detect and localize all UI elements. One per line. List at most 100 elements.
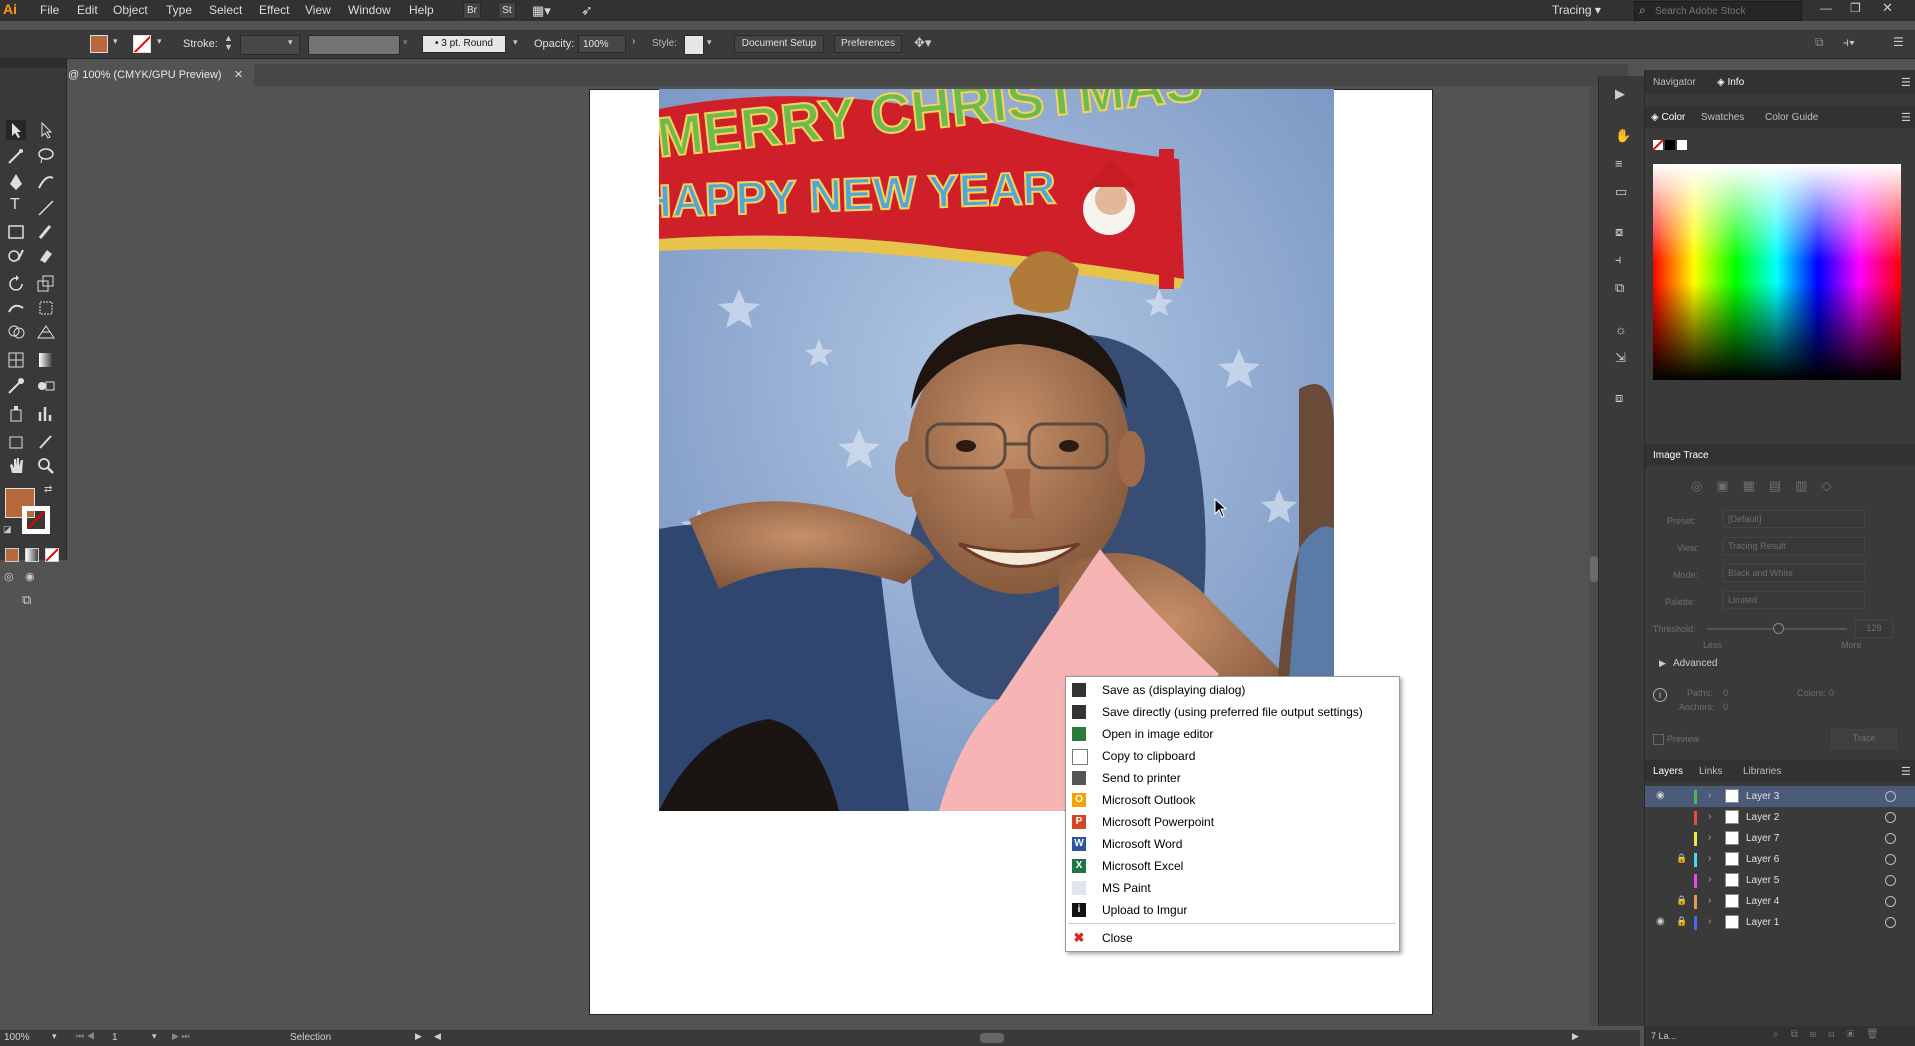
align-panel-icon[interactable]: ⫞ — [1615, 252, 1622, 268]
view-select[interactable]: Tracing Result — [1723, 537, 1865, 555]
paintbrush-tool-icon[interactable] — [36, 222, 56, 242]
transform-panel-icon[interactable]: ⧇ — [1615, 224, 1623, 240]
tab-links[interactable]: Links — [1699, 766, 1722, 777]
gpu-rocket-icon[interactable]: ➶ — [581, 2, 593, 19]
perspective-grid-tool-icon[interactable] — [36, 322, 56, 342]
advanced-label[interactable]: Advanced — [1673, 658, 1717, 669]
mesh-tool-icon[interactable] — [6, 350, 26, 370]
direct-selection-tool-icon[interactable] — [36, 120, 56, 140]
threshold-slider-handle[interactable] — [1773, 623, 1784, 634]
warp-tool-icon[interactable] — [6, 298, 26, 318]
magic-wand-tool-icon[interactable] — [6, 146, 26, 166]
default-colors-icon[interactable]: ◪ — [3, 524, 12, 535]
layer-row[interactable]: › Layer 7 — [1645, 828, 1915, 849]
stroke-stepper[interactable]: ▲ ▼ — [224, 34, 233, 52]
context-menu-item[interactable]: O Microsoft Outlook — [1066, 789, 1399, 811]
expand-arrow-icon[interactable]: › — [1708, 811, 1711, 822]
menu-edit[interactable]: Edit — [77, 3, 98, 17]
layer-row[interactable]: ◉ 🔒 › Layer 1 — [1645, 912, 1915, 933]
vertical-scroll-thumb[interactable] — [1590, 556, 1598, 582]
eyedropper-tool-icon[interactable] — [6, 376, 26, 396]
target-circle-icon[interactable] — [1885, 854, 1896, 865]
menu-view[interactable]: View — [305, 3, 331, 17]
tab-color-guide[interactable]: Color Guide — [1765, 112, 1818, 123]
stroke-panel-icon[interactable]: ≡ — [1615, 156, 1623, 171]
align-icon[interactable]: ⫞▾ — [1843, 35, 1855, 50]
layer-row[interactable]: 🔒 › Layer 4 — [1645, 891, 1915, 912]
artboard-tool-icon[interactable] — [6, 432, 26, 452]
layer-row[interactable]: ◉ › Layer 3 — [1645, 786, 1915, 807]
chevron-down-icon[interactable]: ▾ — [152, 1031, 157, 1042]
vertical-scrollbar[interactable] — [1590, 86, 1598, 1026]
draw-normal-icon[interactable]: ◎ — [4, 570, 14, 583]
select-similar-icon[interactable]: ✥▾ — [914, 35, 931, 51]
line-tool-icon[interactable] — [36, 198, 56, 218]
pen-tool-icon[interactable] — [6, 172, 26, 192]
selection-tool-icon[interactable] — [6, 120, 26, 140]
tab-info[interactable]: ◈ Info — [1717, 77, 1744, 88]
palette-select[interactable]: Limited — [1723, 591, 1865, 609]
image-trace-title[interactable]: Image Trace — [1653, 450, 1709, 461]
chevron-down-icon[interactable]: ▾ — [157, 36, 162, 47]
minimize-icon[interactable]: — — [1820, 1, 1832, 15]
chevron-down-icon[interactable]: ▾ — [288, 37, 293, 48]
expand-arrow-icon[interactable]: › — [1708, 916, 1711, 927]
type-tool-icon[interactable]: T — [10, 196, 20, 214]
bridge-button[interactable]: Br — [463, 2, 481, 19]
play-action-icon[interactable]: ▶ — [1615, 86, 1625, 102]
menu-object[interactable]: Object — [113, 3, 148, 17]
lock-icon[interactable]: 🔒 — [1676, 895, 1687, 906]
context-menu-item[interactable]: Save directly (using preferred file outp… — [1066, 701, 1399, 723]
none-mode-icon[interactable] — [45, 548, 59, 562]
tab-swatches[interactable]: Swatches — [1701, 112, 1744, 123]
eraser-tool-icon[interactable] — [36, 246, 56, 266]
color-none-chip[interactable] — [1653, 140, 1663, 150]
zoom-level[interactable]: 100% — [4, 1032, 30, 1043]
panel-menu-icon[interactable]: ☰ — [1901, 111, 1911, 124]
preset-select[interactable]: [Default] — [1723, 510, 1865, 528]
chevron-down-icon[interactable]: ▾ — [707, 37, 712, 48]
scale-tool-icon[interactable] — [36, 274, 56, 294]
panel-menu-icon[interactable]: ☰ — [1901, 765, 1911, 778]
lasso-tool-icon[interactable] — [36, 146, 56, 166]
menu-effect[interactable]: Effect — [259, 3, 289, 17]
context-menu-item[interactable]: Open in image editor — [1066, 723, 1399, 745]
expand-arrow-icon[interactable]: › — [1708, 832, 1711, 843]
target-circle-icon[interactable] — [1885, 896, 1896, 907]
shaper-tool-icon[interactable] — [6, 246, 26, 266]
restore-icon[interactable]: ❐ — [1850, 1, 1861, 15]
fill-swatch[interactable] — [90, 35, 108, 53]
opacity-input[interactable]: 100% — [578, 35, 626, 53]
layers-footer-icons[interactable]: ⌕⧉⊞⊟▣🗑 — [1773, 1029, 1891, 1040]
pathfinder-panel-icon[interactable]: ⧉ — [1615, 280, 1624, 296]
threshold-input[interactable]: 128 — [1855, 620, 1893, 638]
curvature-tool-icon[interactable] — [36, 172, 56, 192]
color-spectrum[interactable] — [1653, 164, 1901, 380]
column-graph-tool-icon[interactable] — [36, 404, 56, 424]
context-menu-item[interactable]: MS Paint — [1066, 877, 1399, 899]
target-circle-icon[interactable] — [1885, 875, 1896, 886]
gradient-tool-icon[interactable] — [36, 350, 56, 370]
draw-inside-icon[interactable]: ◌ — [45, 570, 52, 582]
arrange-documents-icon[interactable]: ▦▾ — [532, 3, 551, 19]
hand-panel-icon[interactable]: ✋ — [1615, 128, 1631, 144]
color-mode-icon[interactable] — [5, 548, 19, 562]
chevron-right-icon[interactable]: › — [632, 36, 635, 47]
target-circle-icon[interactable] — [1885, 791, 1896, 802]
color-white-chip[interactable] — [1677, 140, 1687, 150]
chevron-down-icon[interactable]: ▾ — [513, 37, 518, 48]
context-menu-item[interactable]: Save as (displaying dialog) — [1066, 679, 1399, 701]
lock-icon[interactable]: 🔒 — [1676, 916, 1687, 927]
symbol-sprayer-tool-icon[interactable] — [6, 404, 26, 424]
scroll-right-icon[interactable]: ▶ — [1572, 1031, 1579, 1042]
layer-row[interactable]: › Layer 2 — [1645, 807, 1915, 828]
chevron-down-icon[interactable]: ▾ — [113, 36, 118, 47]
layer-row[interactable]: › Layer 5 — [1645, 870, 1915, 891]
menu-help[interactable]: Help — [409, 3, 434, 17]
swap-fill-stroke-icon[interactable]: ⇄ — [44, 484, 52, 495]
mode-select[interactable]: Black and White — [1723, 564, 1865, 582]
gradient-panel-icon[interactable]: ▭ — [1615, 184, 1627, 200]
chevron-down-icon[interactable]: ▾ — [403, 37, 408, 48]
close-tab-icon[interactable]: ✕ — [234, 68, 243, 81]
tab-color[interactable]: ◈ Color — [1651, 112, 1685, 123]
